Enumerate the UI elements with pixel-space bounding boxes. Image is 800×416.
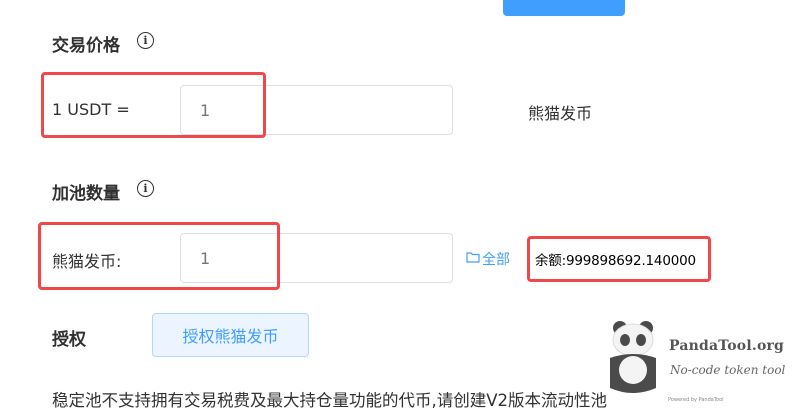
- price-section-label: 交易价格: [52, 36, 120, 56]
- pool-token-label: 熊猫发币:: [52, 252, 122, 271]
- watermark-powered: Powered by PandaTool: [668, 397, 724, 403]
- approve-section-label: 授权: [52, 330, 86, 350]
- watermark-title: PandaTool.org: [669, 338, 785, 354]
- price-prefix: 1 USDT =: [52, 100, 130, 119]
- info-icon[interactable]: i: [137, 180, 154, 197]
- price-unit: 熊猫发币: [528, 104, 593, 123]
- pool-amount-input[interactable]: [180, 233, 453, 283]
- info-icon[interactable]: i: [137, 32, 154, 49]
- watermark-subtitle: No-code token tool: [670, 363, 786, 377]
- folder-icon: [466, 251, 480, 267]
- all-button-label: 全部: [482, 252, 510, 268]
- top-partial-button[interactable]: [503, 0, 625, 16]
- all-button[interactable]: 全部: [466, 249, 510, 269]
- stable-pool-notice: 稳定池不支持拥有交易税费及最大持仓量功能的代币,请创建V2版本流动性池: [52, 391, 608, 410]
- pool-section-label: 加池数量: [52, 184, 120, 204]
- approve-token-button[interactable]: 授权熊猫发币: [152, 313, 309, 357]
- price-input[interactable]: [180, 85, 453, 135]
- balance-text: 余额:999898692.140000: [535, 253, 696, 269]
- panda-logo: [598, 318, 668, 398]
